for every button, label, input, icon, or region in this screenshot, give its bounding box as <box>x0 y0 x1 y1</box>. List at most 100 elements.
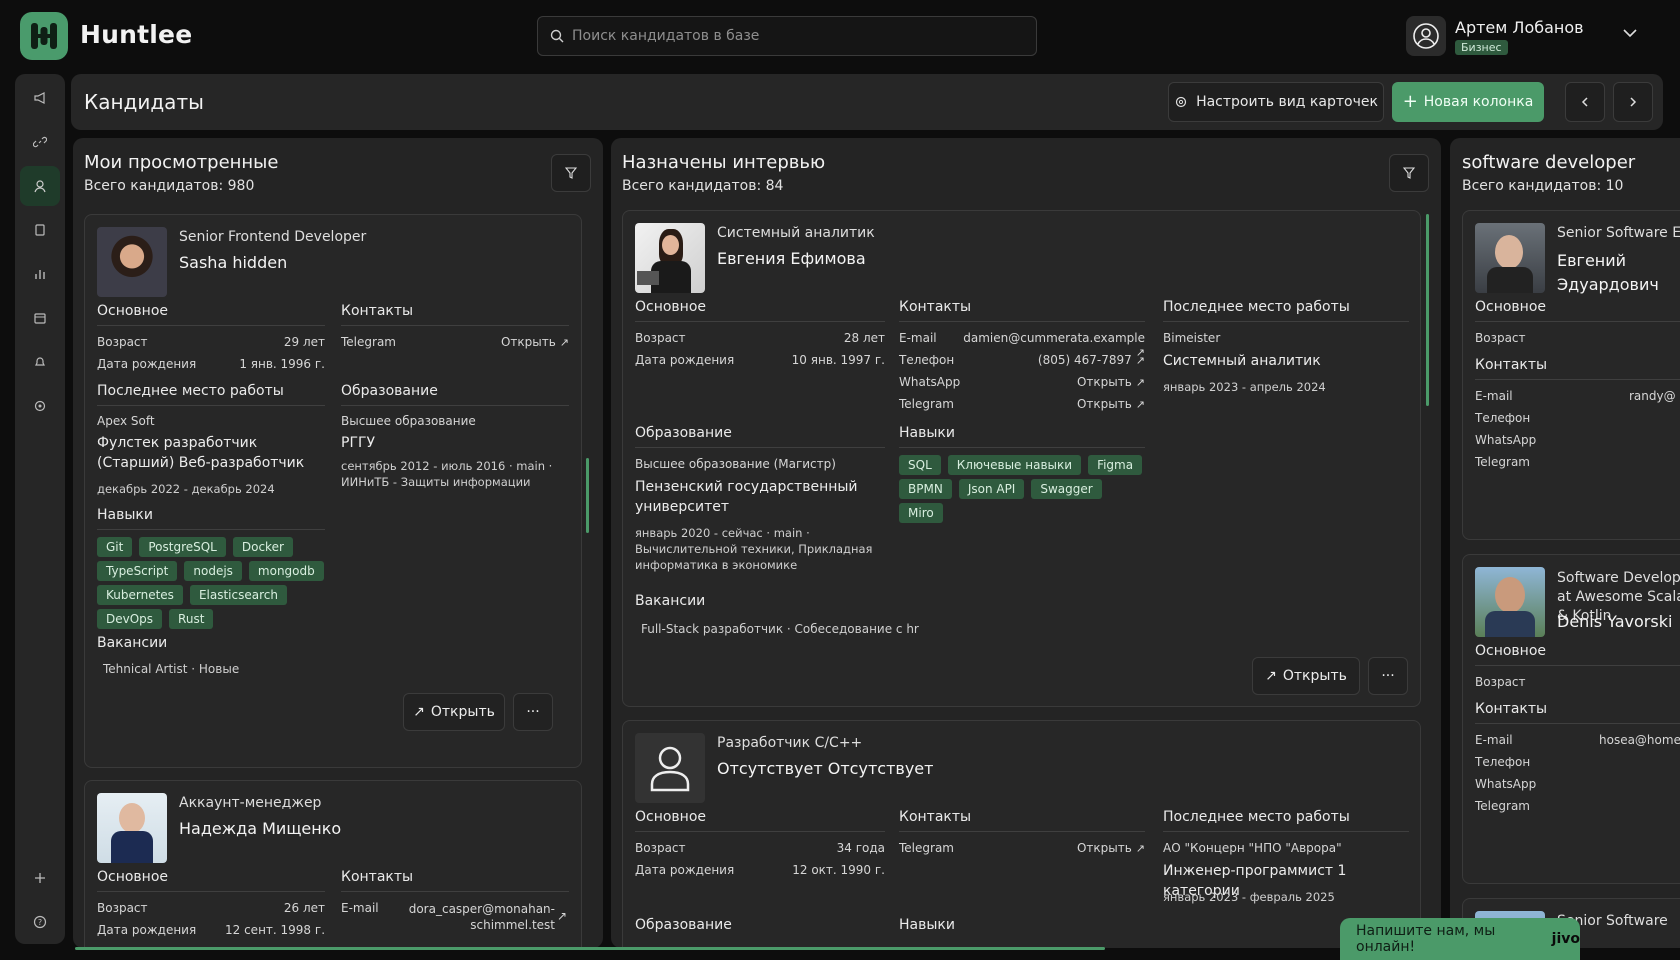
age-label: Возраст <box>97 335 148 349</box>
job-period: январь 2023 - февраль 2025 <box>1163 890 1335 904</box>
skill-tag: TypeScript <box>97 561 178 581</box>
scroll-left-button[interactable] <box>1565 82 1605 122</box>
page-title: Кандидаты <box>84 90 204 114</box>
telegram-label: Telegram <box>341 335 396 349</box>
company-name: Bimeister <box>1163 331 1221 345</box>
age-label: Возраст <box>1475 331 1526 345</box>
section-contacts: Контакты <box>341 869 414 885</box>
email-value[interactable]: hosea@homenic <box>1599 733 1680 747</box>
vacancy-status[interactable]: Full-Stack разработчик · Собеседование с… <box>641 621 919 637</box>
divider <box>1475 379 1680 380</box>
svg-text:?: ? <box>38 918 42 927</box>
job-period: декабрь 2022 - декабрь 2024 <box>97 482 275 496</box>
more-button[interactable]: ··· <box>513 693 553 731</box>
skill-tag: Figma <box>1088 455 1143 475</box>
section-main: Основное <box>1475 643 1547 659</box>
dob-label: Дата рождения <box>97 923 197 937</box>
analytics-icon[interactable] <box>20 254 60 294</box>
divider <box>635 447 885 448</box>
column-scrollbar[interactable] <box>1426 214 1429 406</box>
whatsapp-label: WhatsApp <box>1475 777 1537 791</box>
configure-cards-label: Настроить вид карточек <box>1196 94 1378 110</box>
phone-value: (805) 467-7897 <box>1037 353 1132 367</box>
more-button[interactable]: ··· <box>1368 657 1408 695</box>
plus-icon: + <box>1402 91 1418 112</box>
configure-cards-button[interactable]: Настроить вид карточек <box>1168 82 1384 122</box>
open-arrow-icon: ↗ <box>413 704 425 720</box>
help-icon[interactable]: ? <box>20 902 60 942</box>
candidate-role: Senior Frontend Developer <box>179 229 367 245</box>
settings-icon[interactable] <box>20 386 60 426</box>
external-link-icon[interactable]: ↗ <box>557 909 567 923</box>
new-column-label: Новая колонка <box>1423 94 1534 110</box>
divider <box>1163 321 1409 322</box>
section-last-job: Последнее место работы <box>1163 299 1350 315</box>
phone-label: Телефон <box>1475 411 1531 425</box>
candidate-card[interactable]: Системный аналитик Евгения Ефимова Основ… <box>622 210 1421 707</box>
scroll-right-button[interactable] <box>1613 82 1653 122</box>
search-box[interactable] <box>537 16 1037 56</box>
divider <box>899 447 1145 448</box>
column-count: Всего кандидатов: 10 <box>1462 178 1624 194</box>
candidate-name: Отсутствует Отсутствует <box>717 759 934 778</box>
user-avatar[interactable] <box>1406 16 1446 56</box>
search-input[interactable] <box>572 28 1002 44</box>
column-software-developer: software developer Всего кандидатов: 10 … <box>1450 138 1680 948</box>
more-icon: ··· <box>526 704 540 720</box>
bell-icon[interactable] <box>20 342 60 382</box>
email-value[interactable]: dora_casper@monahan-schimmel.test <box>389 901 555 933</box>
chat-widget[interactable]: Напишите нам, мы онлайн! jivo <box>1340 918 1580 960</box>
dob-label: Дата рождения <box>635 863 735 877</box>
telegram-open-link[interactable]: Открыть ↗ <box>1023 841 1145 855</box>
documents-icon[interactable] <box>20 210 60 250</box>
candidate-card[interactable]: Senior Software Engineer Евгений Эдуардо… <box>1462 210 1680 540</box>
section-contacts: Контакты <box>341 303 414 319</box>
section-skills: Навыки <box>899 425 955 441</box>
age-value: 29 лет <box>283 335 325 349</box>
age-value: 28 лет <box>843 331 885 345</box>
calendar-icon[interactable] <box>20 298 60 338</box>
plan-badge: Бизнес <box>1455 40 1508 55</box>
whatsapp-open-label: Открыть <box>1076 375 1132 389</box>
chevron-left-icon <box>1581 97 1588 107</box>
filter-button[interactable] <box>1389 154 1429 192</box>
chat-brand: jivo <box>1551 931 1580 947</box>
skill-tag: Swagger <box>1031 479 1102 499</box>
whatsapp-open-link[interactable]: Открыть ↗ <box>1023 375 1145 389</box>
link-icon[interactable] <box>20 122 60 162</box>
divider <box>1163 831 1409 832</box>
horizontal-scrollbar[interactable] <box>75 947 1105 950</box>
telegram-open-link[interactable]: Открыть ↗ <box>465 335 569 349</box>
vacancy-status[interactable]: Tehnical Artist · Новые <box>103 661 239 677</box>
section-vacancies: Вакансии <box>97 635 168 651</box>
skills-list: Git PostgreSQL Docker TypeScript nodejs … <box>97 537 327 629</box>
skill-tag: Rust <box>169 609 214 629</box>
open-candidate-button[interactable]: ↗ Открыть <box>403 693 505 731</box>
candidate-card[interactable]: Аккаунт-менеджер Надежда Мищенко Основно… <box>84 780 582 948</box>
chevron-down-icon[interactable] <box>1622 24 1638 43</box>
app-logo[interactable] <box>20 12 68 60</box>
new-column-button[interactable]: + Новая колонка <box>1392 82 1544 122</box>
megaphone-icon[interactable] <box>20 78 60 118</box>
age-label: Возраст <box>635 841 686 855</box>
candidate-card[interactable]: Senior Frontend Developer Sasha hidden О… <box>84 214 582 768</box>
user-circle-icon <box>1413 23 1439 49</box>
job-period: январь 2023 - апрель 2024 <box>1163 380 1326 394</box>
chat-widget-text: Напишите нам, мы онлайн! <box>1356 923 1496 955</box>
filter-button[interactable] <box>551 154 591 192</box>
section-last-job: Последнее место работы <box>97 383 284 399</box>
divider <box>1475 321 1680 322</box>
candidates-icon[interactable] <box>20 166 60 206</box>
skill-tag: Docker <box>232 537 293 557</box>
telegram-open-link[interactable]: Открыть ↗ <box>1023 397 1145 411</box>
phone-link[interactable]: (805) 467-7897 ↗ <box>993 353 1145 367</box>
candidate-card[interactable]: Разработчик C/C++ Отсутствует Отсутствуе… <box>622 720 1421 948</box>
education-level: Высшее образование (Магистр) <box>635 457 836 471</box>
open-candidate-button[interactable]: ↗ Открыть <box>1252 657 1360 695</box>
column-scrollbar[interactable] <box>586 458 589 533</box>
plus-icon[interactable] <box>20 858 60 898</box>
candidate-card[interactable]: Software Developer at Awesome Scala & Ko… <box>1462 554 1680 884</box>
skill-tag: Elasticsearch <box>189 585 287 605</box>
user-name[interactable]: Артем Лобанов <box>1455 18 1584 37</box>
email-value[interactable]: randy@ <box>1629 389 1676 403</box>
